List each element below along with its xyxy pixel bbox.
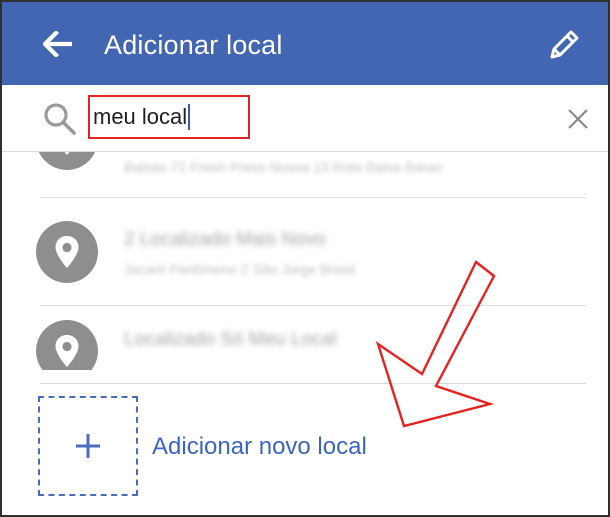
list-item[interactable]: Balsas-71 Fresh Press Nossa 13 Rota Bals… <box>2 152 608 196</box>
results-list: Balsas-71 Fresh Press Nossa 13 Rota Bals… <box>2 152 608 370</box>
add-place-box <box>38 396 138 496</box>
location-pin-icon <box>36 152 98 170</box>
search-input[interactable]: meu local <box>88 95 250 139</box>
place-address: Jacaré Fenômeno 2 São Jorge Brasil <box>124 261 356 277</box>
plus-icon <box>76 434 100 458</box>
app-bar: Adicionar local <box>2 2 608 85</box>
page-title: Adicionar local <box>104 30 283 60</box>
place-name: Localizado Só Meu Local <box>124 329 337 350</box>
place-name: 2 Localizado Mais Novo <box>124 229 326 250</box>
divider <box>40 383 586 384</box>
text-cursor <box>188 104 191 130</box>
add-new-place-button[interactable]: Adicionar novo local <box>38 396 458 498</box>
divider <box>40 197 586 198</box>
search-icon <box>44 103 76 135</box>
add-new-place-label: Adicionar novo local <box>152 433 367 460</box>
search-bar: meu local <box>2 85 608 152</box>
divider <box>40 305 586 306</box>
clear-search-button[interactable] <box>562 103 594 135</box>
location-pin-icon <box>36 320 98 370</box>
screen-frame: Adicionar local meu local Balsas-71 Fres… <box>0 0 610 517</box>
list-item[interactable]: 2 Localizado Mais Novo Jacaré Fenômeno 2… <box>2 208 608 296</box>
back-button[interactable] <box>30 24 86 64</box>
place-address: Balsas-71 Fresh Press Nossa 13 Rota Bals… <box>124 159 443 175</box>
list-item[interactable]: Localizado Só Meu Local <box>2 312 608 370</box>
close-icon <box>568 109 588 129</box>
location-pin-icon <box>36 221 98 283</box>
pencil-icon <box>550 30 579 59</box>
search-input-value: meu local <box>93 104 188 129</box>
edit-button[interactable] <box>536 22 592 68</box>
arrow-left-icon <box>43 31 72 57</box>
